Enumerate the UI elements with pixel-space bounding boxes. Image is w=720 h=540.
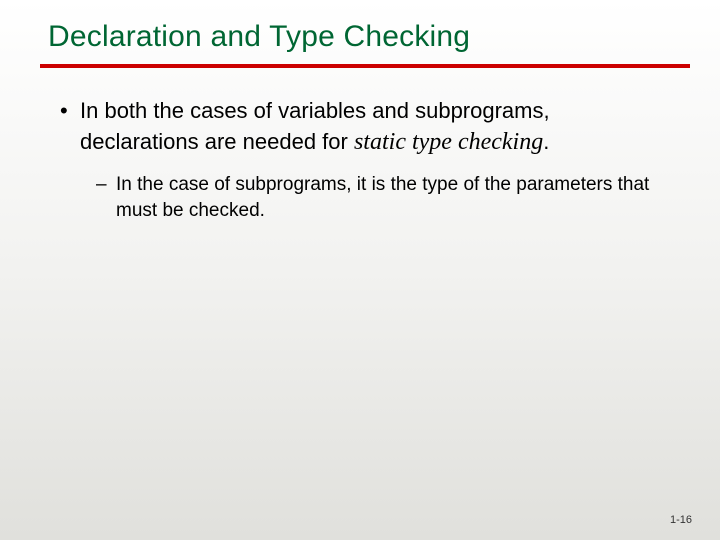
slide-title: Declaration and Type Checking	[0, 0, 720, 64]
bullet-text-italic: static type checking	[354, 129, 543, 155]
page-number: 1-16	[670, 514, 692, 526]
sub-bullet-text: In the case of subprograms, it is the ty…	[116, 174, 649, 221]
slide-body: In both the cases of variables and subpr…	[0, 68, 720, 223]
bullet-level-2: In the case of subprograms, it is the ty…	[110, 172, 670, 223]
bullet-text-part2: .	[543, 129, 549, 154]
bullet-level-1: In both the cases of variables and subpr…	[80, 96, 670, 158]
